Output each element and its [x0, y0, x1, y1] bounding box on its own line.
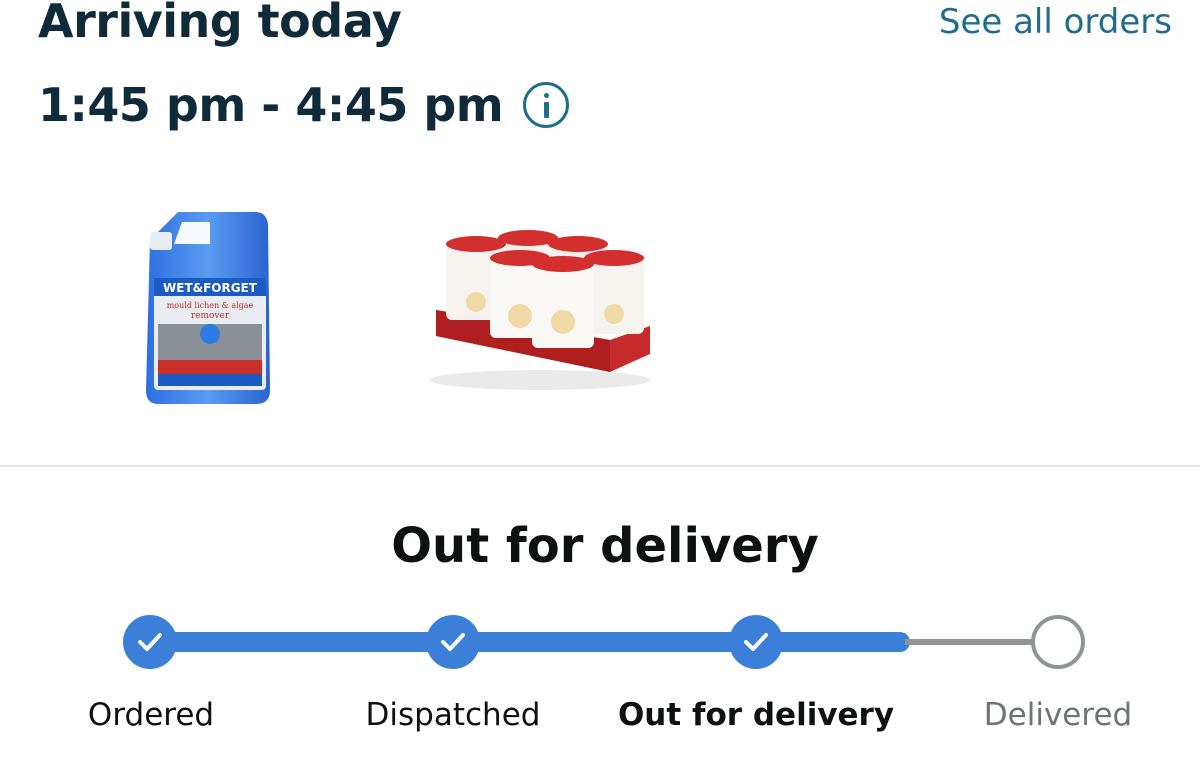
step-node-out-for-delivery	[729, 615, 783, 669]
svg-text:remover: remover	[191, 311, 230, 321]
section-divider	[0, 465, 1200, 467]
product-image-frosting-tubs[interactable]	[430, 230, 660, 390]
delivery-header: Arriving today 1:45 pm - 4:45 pm See all…	[0, 0, 1200, 140]
product-image-wet-and-forget[interactable]: WET&FORGET mould lichen & algae remover	[138, 200, 278, 410]
step-node-delivered	[1031, 615, 1085, 669]
step-node-ordered	[123, 615, 177, 669]
svg-text:WET&FORGET: WET&FORGET	[163, 281, 258, 295]
progress-tracker	[0, 600, 1200, 690]
delivery-window: 1:45 pm - 4:45 pm	[38, 78, 504, 132]
svg-text:mould lichen & algae: mould lichen & algae	[167, 301, 254, 310]
step-label-ordered: Ordered	[87, 697, 215, 733]
step-labels: Ordered Dispatched Out for delivery Deli…	[0, 697, 1200, 747]
check-icon	[138, 633, 162, 651]
info-icon[interactable]	[523, 82, 570, 128]
progress-line-complete	[150, 632, 910, 652]
step-label-delivered: Delivered	[983, 697, 1133, 733]
status-title: Out for delivery	[391, 518, 819, 574]
see-all-orders-link[interactable]: See all orders	[939, 2, 1172, 42]
step-node-dispatched	[426, 615, 480, 669]
check-icon	[744, 633, 768, 651]
check-icon	[441, 633, 465, 651]
step-label-out-for-delivery: Out for delivery	[617, 697, 895, 733]
product-images: WET&FORGET mould lichen & algae remover	[0, 190, 1200, 430]
delivery-window-row: 1:45 pm - 4:45 pm	[38, 78, 570, 132]
step-label-dispatched: Dispatched	[365, 697, 541, 733]
arriving-title: Arriving today	[38, 0, 402, 48]
